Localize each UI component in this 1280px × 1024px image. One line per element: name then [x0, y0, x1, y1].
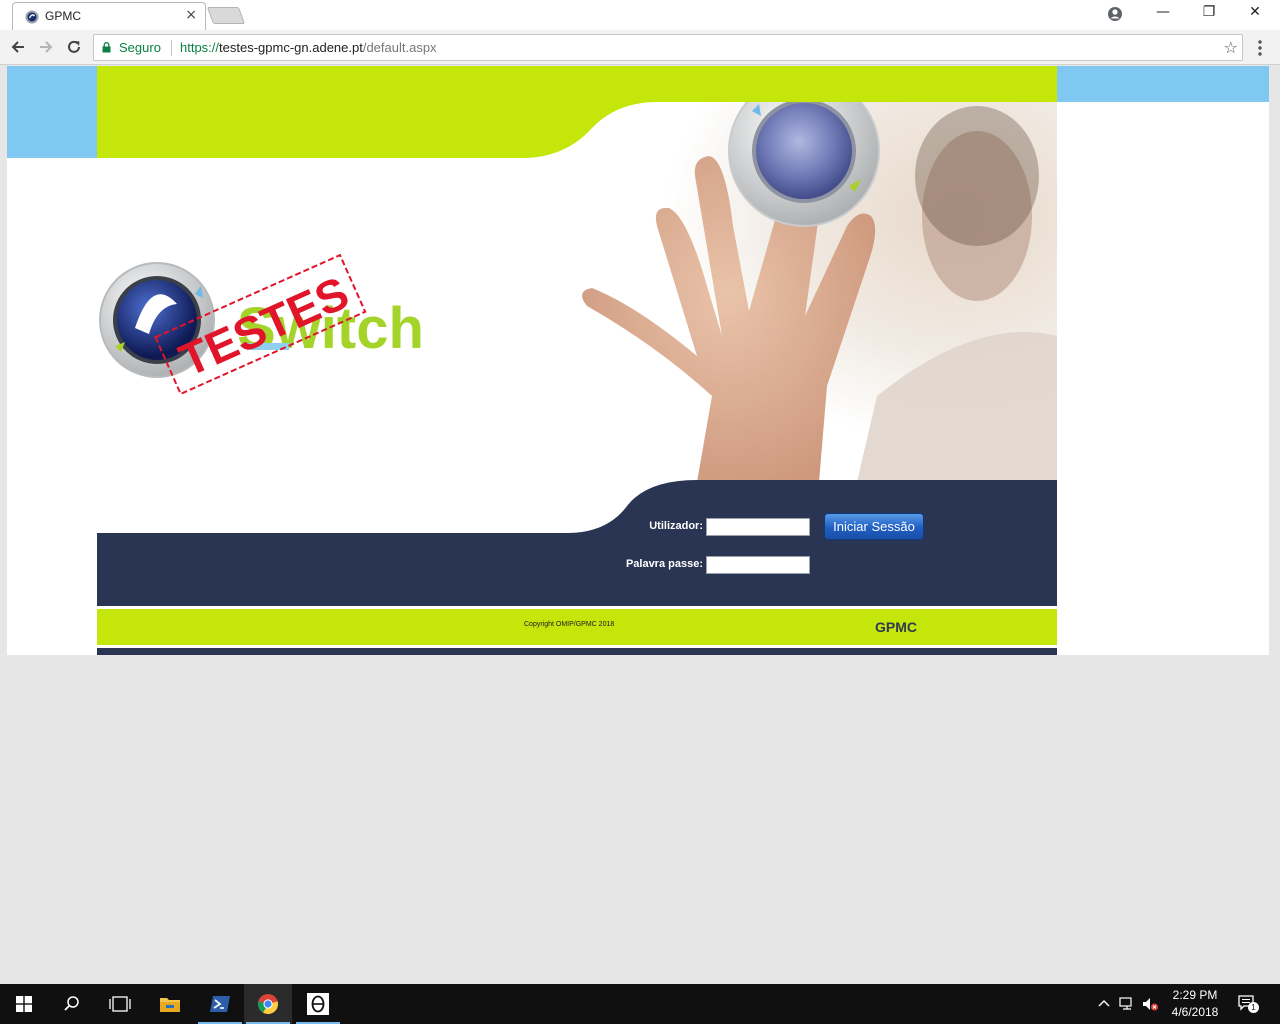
login-banner: Switch TESTES Utilizador: Palavra passe:… [97, 66, 1057, 655]
clock-date: 4/6/2018 [1171, 1005, 1219, 1019]
navy-login-band [97, 480, 1057, 606]
browser-toolbar: Seguro https://testes-gpmc-gn.adene.pt/d… [0, 30, 1280, 65]
chrome-icon [257, 994, 279, 1015]
navy-bottom-strip [97, 648, 1057, 655]
task-view-icon [109, 996, 131, 1012]
task-view-button[interactable] [96, 984, 144, 1024]
profile-icon[interactable] [1106, 5, 1124, 23]
volume-muted-icon[interactable] [1141, 996, 1159, 1012]
chevron-up-icon[interactable] [1095, 996, 1113, 1012]
restore-button[interactable]: ❐ [1186, 4, 1232, 26]
chrome-menu-icon[interactable] [1254, 38, 1266, 58]
windows-logo-icon [16, 996, 32, 1012]
sky-block-left [7, 66, 97, 158]
sky-block-right [1057, 66, 1269, 102]
theta-icon [307, 993, 329, 1015]
folder-icon [160, 998, 180, 1012]
taskbar-clock[interactable]: 2:29 PM 4/6/2018 [1160, 987, 1230, 1021]
url-path: /default.aspx [362, 40, 437, 55]
start-button[interactable] [0, 984, 48, 1024]
powershell-button[interactable] [196, 984, 244, 1024]
minimize-button[interactable]: — [1140, 4, 1186, 26]
powershell-icon [210, 996, 230, 1012]
notification-count-badge: 1 [1248, 1002, 1259, 1013]
bookmark-star-icon[interactable]: ☆ [1224, 38, 1238, 57]
close-window-button[interactable]: ✕ [1232, 4, 1278, 26]
tab-close-icon[interactable]: × [185, 7, 197, 23]
chrome-button[interactable] [244, 984, 292, 1024]
password-label: Palavra passe: [625, 558, 703, 570]
username-label: Utilizador: [649, 520, 703, 532]
url-host: testes-gpmc-gn.adene.pt [219, 40, 363, 55]
footer-brand: GPMC [875, 619, 917, 635]
search-button[interactable] [48, 984, 96, 1024]
url-text: https://testes-gpmc-gn.adene.pt/default.… [180, 40, 437, 55]
clock-time: 2:29 PM [1172, 988, 1218, 1002]
reload-icon[interactable] [64, 37, 84, 57]
site-favicon-icon [25, 10, 39, 24]
copyright-text: Copyright OMIP/GPMC 2018 [524, 621, 615, 628]
username-input[interactable] [706, 518, 810, 536]
new-tab-button[interactable] [206, 7, 246, 24]
windows-taskbar: 2:29 PM 4/6/2018 1 [0, 984, 1280, 1024]
password-input[interactable] [706, 556, 810, 574]
page-viewport: Switch TESTES Utilizador: Palavra passe:… [7, 66, 1269, 655]
forward-arrow-icon[interactable] [36, 37, 56, 57]
notifications-button[interactable]: 1 [1238, 995, 1259, 1013]
back-arrow-icon[interactable] [8, 37, 28, 57]
file-explorer-button[interactable] [146, 984, 194, 1024]
browser-tab[interactable]: GPMC × [12, 2, 206, 30]
secure-label: Seguro [119, 40, 161, 55]
lock-icon [102, 42, 111, 53]
tab-strip: GPMC × — ❐ ✕ [0, 0, 1280, 30]
network-icon[interactable] [1118, 996, 1136, 1012]
tab-title: GPMC [45, 9, 81, 23]
omnibox-divider [171, 40, 172, 56]
theta-app-button[interactable] [294, 984, 342, 1024]
login-button[interactable]: Iniciar Sessão [824, 513, 924, 540]
search-icon [64, 996, 79, 1011]
url-scheme: https:// [180, 40, 220, 55]
address-bar[interactable]: Seguro https://testes-gpmc-gn.adene.pt/d… [93, 34, 1243, 61]
banner-graphic: Switch TESTES [97, 66, 1057, 655]
